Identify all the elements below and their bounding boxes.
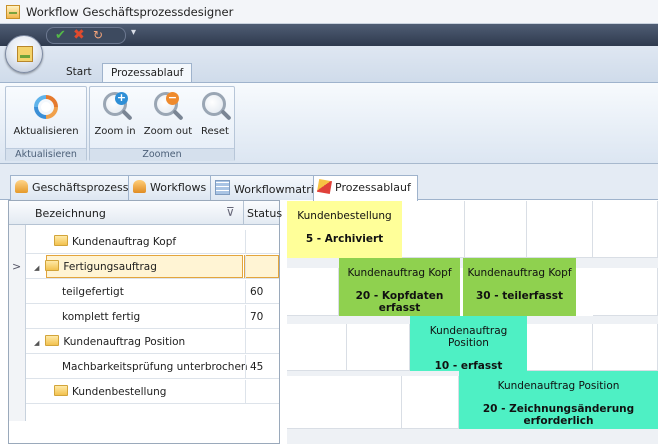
- tree-row-name: Kundenauftrag Kopf: [54, 230, 176, 254]
- tab-workflows[interactable]: Workflows: [128, 175, 214, 200]
- application-menu-button[interactable]: [5, 35, 43, 73]
- process-box[interactable]: Kundenauftrag Kopf 20 - Kopfdaten erfass…: [339, 258, 460, 316]
- folder-icon: [45, 335, 60, 346]
- tree-row[interactable]: ◢ Kundenauftrag Position: [26, 330, 279, 354]
- zoom-in-icon[interactable]: +: [103, 92, 133, 124]
- column-header-status[interactable]: Status: [247, 207, 282, 220]
- filter-icon[interactable]: ⊽: [226, 205, 235, 219]
- grid-cell: [402, 376, 459, 429]
- pencil-icon: [316, 178, 333, 195]
- zoom-in-button[interactable]: Zoom in: [93, 126, 137, 137]
- tree-row-name: ◢ Fertigungsauftrag: [34, 255, 157, 279]
- grid-cell: [465, 201, 527, 258]
- tree-row[interactable]: ◢ Fertigungsauftrag: [26, 255, 279, 279]
- tab-label: Geschäftsprozesse: [32, 181, 136, 194]
- quick-access-more-button[interactable]: ▾: [131, 27, 136, 38]
- process-box[interactable]: Kundenbestellung 5 - Archiviert: [287, 201, 402, 258]
- column-separator: [243, 201, 244, 225]
- window-title: Workflow Geschäftsprozessdesigner: [26, 5, 234, 19]
- tree-row-status: [245, 330, 279, 354]
- tab-geschaeftsprozesse[interactable]: Geschäftsprozesse: [10, 175, 143, 200]
- reset-button[interactable]: Reset: [198, 126, 232, 137]
- tab-workflowmatrix[interactable]: Workflowmatrix: [210, 175, 328, 200]
- tree-row[interactable]: Kundenauftrag Kopf: [26, 230, 279, 254]
- tree-row-name: komplett fertig: [62, 311, 141, 323]
- grid-cell: [287, 376, 402, 429]
- workflow-users-icon: [133, 180, 146, 193]
- tree-row-status: 45: [245, 355, 279, 379]
- folder-icon: [54, 235, 68, 246]
- tree-row-name: ◢ Kundenauftrag Position: [34, 330, 185, 354]
- ribbon-tab-start[interactable]: Start: [58, 63, 100, 83]
- cancel-x-icon[interactable]: ✖: [73, 27, 85, 43]
- tree-row-status: 60: [245, 280, 279, 304]
- collapse-arrow-icon[interactable]: ◢: [34, 256, 39, 280]
- tab-label: Workflows: [150, 181, 207, 194]
- process-flow-canvas[interactable]: Kundenbestellung 5 - Archiviert Kundenau…: [287, 201, 658, 444]
- tree-row-name: teilgefertigt: [62, 286, 124, 298]
- group-label-zoomen: Zoomen: [90, 148, 234, 161]
- folder-icon: [45, 260, 60, 271]
- process-box[interactable]: Kundenauftrag Position 10 - erfasst: [410, 316, 527, 372]
- tree-row-status: [245, 380, 279, 404]
- grid-cell: [527, 324, 593, 371]
- refresh-button[interactable]: Aktualisieren: [10, 126, 82, 137]
- zoom-out-icon[interactable]: −: [154, 92, 184, 124]
- ribbon-tab-prozessablauf[interactable]: Prozessablauf: [102, 63, 193, 83]
- tree-row[interactable]: Machbarkeitsprüfung unterbrochen 45: [26, 355, 279, 379]
- group-label-aktualisieren: Aktualisieren: [6, 148, 86, 161]
- tree-row-status: [245, 230, 279, 254]
- process-box[interactable]: Kundenauftrag Kopf 30 - teilerfasst: [463, 258, 576, 316]
- row-indicator-column: [9, 201, 26, 421]
- tab-label: Prozessablauf: [335, 181, 411, 194]
- process-box[interactable]: Kundenauftrag Position 20 - Zeichnungsän…: [459, 371, 658, 429]
- tree-row[interactable]: komplett fertig 70: [26, 305, 279, 329]
- grid-cell: [287, 324, 347, 371]
- collapse-arrow-icon[interactable]: ◢: [34, 331, 39, 355]
- users-icon: [15, 180, 28, 193]
- magnifier-icon[interactable]: [202, 92, 232, 124]
- tree-row-name: Kundenbestellung: [54, 380, 166, 404]
- column-header-bezeichnung[interactable]: Bezeichnung: [35, 207, 106, 220]
- tree-row[interactable]: teilgefertigt 60: [26, 280, 279, 304]
- zoom-out-button[interactable]: Zoom out: [143, 126, 193, 137]
- grid-cell: [402, 201, 465, 258]
- grid-cell: [287, 268, 339, 316]
- grid-row-separator: [287, 429, 658, 444]
- tab-prozessablauf[interactable]: Prozessablauf: [313, 175, 418, 201]
- tree-row[interactable]: Kundenbestellung: [26, 380, 279, 404]
- grid-cell: [347, 324, 410, 371]
- tree-row-status: 70: [245, 305, 279, 329]
- grid-icon: [215, 180, 230, 195]
- save-check-icon[interactable]: ✔: [55, 28, 66, 43]
- app-icon: [6, 5, 20, 19]
- application-icon: [17, 46, 33, 62]
- grid-cell: [593, 268, 658, 316]
- current-row-indicator-icon: >: [12, 260, 22, 273]
- grid-cell: [593, 324, 658, 371]
- tree-row-status: [245, 255, 279, 279]
- folder-icon: [54, 385, 68, 396]
- refresh-icon[interactable]: [33, 94, 59, 120]
- grid-cell: [593, 201, 658, 258]
- grid-cell: [527, 201, 593, 258]
- tab-label: Workflowmatrix: [234, 183, 321, 196]
- refresh-icon[interactable]: ↻: [93, 28, 103, 42]
- tree-row-name: Machbarkeitsprüfung unterbrochen: [62, 361, 248, 373]
